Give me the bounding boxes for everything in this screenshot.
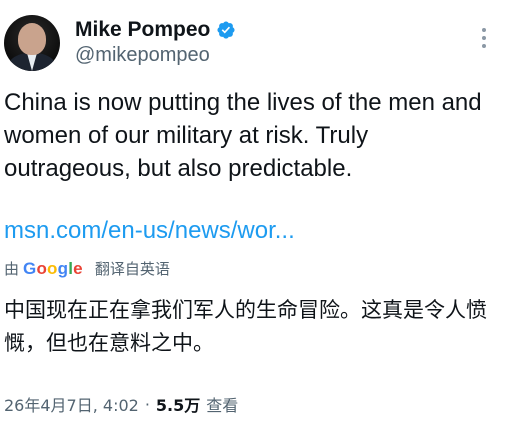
google-logo: Google [23,258,83,278]
tweet-link[interactable]: msn.com/en-us/news/wor... [4,214,295,247]
translated-text: 中国现在正在拿我们军人的生命冒险。这真是令人愤慨，但也在意料之中。 [4,298,487,355]
more-dot [482,28,486,32]
tweet-meta: 26年4月7日, 4:02 · 5.5万 查看 [4,392,238,416]
tweet-card: Mike Pompeo @mikepompeo China is now put… [0,0,511,423]
views-label: 查看 [206,396,239,415]
avatar-face [18,23,46,55]
author-display-name[interactable]: Mike Pompeo [75,18,210,42]
avatar[interactable] [4,15,60,71]
translation-prefix: 由 [4,260,20,278]
more-dot [482,44,486,48]
views-count: 5.5万 [155,396,201,415]
timestamp[interactable]: 26年4月7日, 4:02 [4,392,139,416]
more-options-icon[interactable] [478,26,490,50]
tweet-text: China is now putting the lives of the me… [4,89,482,182]
more-dot [482,36,486,40]
translation-attribution[interactable]: 由 Google 翻译自英语 [4,258,170,279]
verified-badge-icon [217,21,235,39]
meta-separator: · [144,394,150,414]
translation-label: 翻译自英语 [94,260,170,278]
author-name-row: Mike Pompeo [75,18,236,42]
author-handle[interactable]: @mikepompeo [75,44,210,67]
